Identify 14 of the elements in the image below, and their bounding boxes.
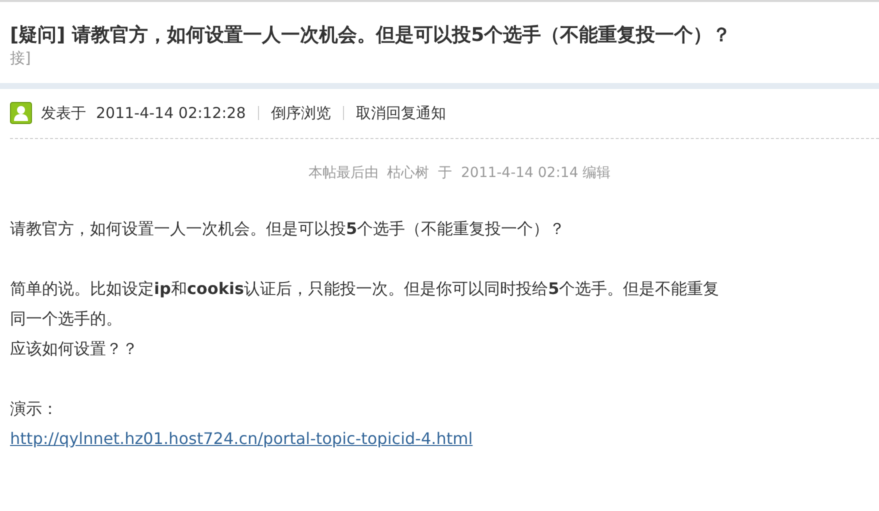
post-action-link[interactable]: 倒序浏览	[270, 104, 331, 122]
user-avatar-icon	[10, 102, 32, 124]
post-text: 应该如何设置？？	[10, 339, 138, 358]
post-time: 2011-4-14 02:12:28	[96, 104, 246, 122]
thread-title: 接]	[10, 48, 31, 68]
post-text: 同一个选手的。	[10, 309, 122, 328]
edit-note: 本帖最后由 枯心树 于 2011-4-14 02:14 编辑	[308, 165, 611, 181]
demo-link[interactable]: http://qylnnet.hz01.host724.cn/portal-topic-topicid-4.html	[10, 429, 473, 448]
thread-title: [疑问] 请教官方，如何设置一人一次机会。但是可以投5个选手（不能重复投一个）？	[10, 23, 732, 48]
post-text: 简单的说。比如设定ip和cookis认证后，只能投一次。但是你可以同时投给5个选手。但是不能重复	[10, 279, 720, 298]
post-action-link[interactable]: 取消回复通知	[356, 104, 446, 122]
post-text: 演示：	[10, 399, 58, 418]
post-text: 请教官方，如何设置一人一次机会。但是可以投5个选手（不能重复投一个）？	[10, 219, 566, 238]
posted-label: 发表于	[41, 104, 86, 122]
